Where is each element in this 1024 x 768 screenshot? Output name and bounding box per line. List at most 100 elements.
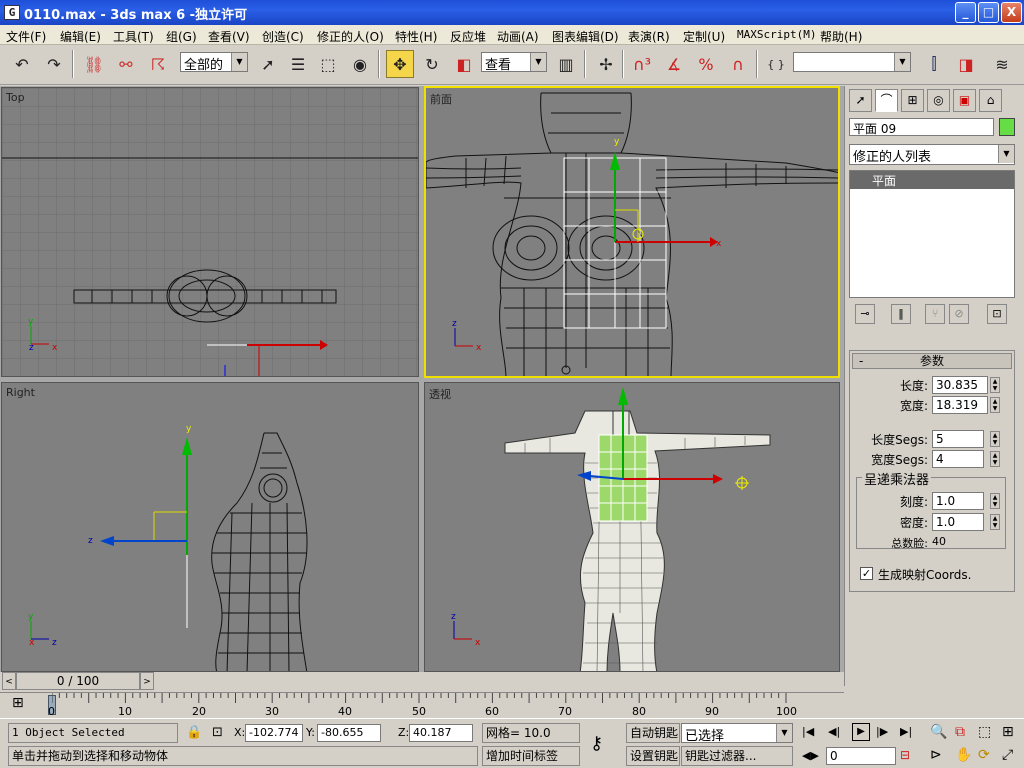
- stack-item-plane[interactable]: 平面: [850, 171, 1014, 189]
- key-filters-button[interactable]: 钥匙过滤器...: [681, 746, 793, 766]
- goto-end-icon[interactable]: ▶|: [900, 725, 912, 738]
- select-object-icon[interactable]: ➚: [254, 50, 282, 78]
- move-icon[interactable]: ✥: [386, 50, 414, 78]
- menu-rendering[interactable]: 表演(R): [628, 28, 670, 45]
- align-icon[interactable]: ◨: [952, 50, 980, 78]
- object-color-swatch[interactable]: [999, 118, 1015, 136]
- density-field[interactable]: 1.0: [932, 513, 984, 531]
- time-slider-thumb[interactable]: 0 / 100: [16, 672, 140, 690]
- named-selection-dropdown[interactable]: ▼: [793, 52, 911, 72]
- curve-editor-icon[interactable]: ⊞: [12, 695, 24, 711]
- key-mode-dropdown[interactable]: 已选择 ▼: [681, 723, 793, 744]
- y-coord-field[interactable]: -80.655: [317, 724, 381, 742]
- zoom-all-icon[interactable]: ⧉: [955, 724, 965, 740]
- viewport-top[interactable]: Top y z x: [1, 87, 419, 377]
- scale-icon[interactable]: ◧: [450, 50, 478, 78]
- edit-named-selection-icon[interactable]: { }: [762, 50, 790, 78]
- selection-filter-dropdown[interactable]: 全部的 ▼: [180, 52, 248, 73]
- viewport-label[interactable]: Top: [6, 91, 25, 104]
- maximize-button[interactable]: □: [978, 2, 999, 23]
- length-segs-spinner[interactable]: ▲ ▼: [990, 431, 1000, 447]
- remove-modifier-icon[interactable]: ⊘: [949, 304, 969, 324]
- maximize-viewport-icon[interactable]: ⤢: [1002, 747, 1013, 763]
- manipulate-icon[interactable]: ✢: [592, 50, 620, 78]
- menu-modifiers[interactable]: 修正的人(O): [317, 28, 384, 45]
- length-segs-field[interactable]: 5: [932, 430, 984, 448]
- menu-maxscript[interactable]: MAXScript(M): [737, 28, 816, 41]
- goto-start-icon[interactable]: |◀: [802, 725, 814, 738]
- length-spinner[interactable]: ▲ ▼: [990, 377, 1000, 393]
- undo-icon[interactable]: ↶: [8, 50, 36, 78]
- width-spinner[interactable]: ▲ ▼: [990, 397, 1000, 413]
- reference-coord-dropdown[interactable]: 查看 ▼: [481, 52, 547, 73]
- create-tab-icon[interactable]: ➚: [849, 89, 872, 112]
- width-field[interactable]: 18.319: [932, 396, 988, 414]
- viewport-front[interactable]: 前面 y x z x: [424, 86, 840, 378]
- lock-icon[interactable]: 🔒: [186, 725, 202, 740]
- hierarchy-tab-icon[interactable]: ⊞: [901, 89, 924, 112]
- menu-customize[interactable]: 定制(U): [683, 28, 725, 45]
- rect-region-icon[interactable]: ⬚: [314, 50, 342, 78]
- next-key-icon[interactable]: |▶: [876, 725, 888, 738]
- percent-snap-icon[interactable]: %: [692, 50, 720, 78]
- menu-tools[interactable]: 工具(T): [113, 28, 154, 45]
- length-field[interactable]: 30.835: [932, 376, 988, 394]
- x-coord-field[interactable]: -102.774: [245, 724, 303, 742]
- show-end-result-icon[interactable]: ‖: [891, 304, 911, 324]
- layers-icon[interactable]: ≋: [988, 50, 1016, 78]
- gen-coords-checkbox[interactable]: ✓: [860, 567, 873, 580]
- density-spinner[interactable]: ▲ ▼: [990, 514, 1000, 530]
- menu-group[interactable]: 组(G): [166, 28, 197, 45]
- menu-graph-editors[interactable]: 图表编辑(D): [552, 28, 619, 45]
- auto-key-button[interactable]: 自动钥匙: [626, 723, 680, 743]
- window-crossing-icon[interactable]: ◉: [346, 50, 374, 78]
- object-name-field[interactable]: 平面 09: [849, 118, 994, 136]
- time-config-icon[interactable]: ⊟: [900, 748, 910, 762]
- spinner-snap-icon[interactable]: ∩: [724, 50, 752, 78]
- select-by-name-icon[interactable]: ☰: [284, 50, 312, 78]
- play-icon[interactable]: ▶: [852, 723, 870, 741]
- next-frame-icon[interactable]: >: [140, 672, 154, 690]
- bind-spacewarp-icon[interactable]: ☈: [144, 50, 172, 78]
- viewport-right[interactable]: Right y z y x z: [1, 382, 419, 672]
- arc-rotate-icon[interactable]: ⟳: [978, 747, 990, 763]
- unlink-icon[interactable]: ⚯: [112, 50, 140, 78]
- width-segs-field[interactable]: 4: [932, 450, 984, 468]
- viewport-perspective[interactable]: 透视 z x: [424, 382, 840, 672]
- pin-stack-icon[interactable]: ⊸: [855, 304, 875, 324]
- close-button[interactable]: X: [1001, 2, 1022, 23]
- menu-character[interactable]: 特性(H): [395, 28, 437, 45]
- fov-icon[interactable]: ⊳: [930, 747, 942, 763]
- viewport-label[interactable]: 透视: [429, 386, 451, 402]
- prev-frame-icon[interactable]: <: [2, 672, 16, 690]
- rotate-icon[interactable]: ↻: [418, 50, 446, 78]
- mirror-icon[interactable]: ⫿: [920, 50, 948, 78]
- make-unique-icon[interactable]: ⑂: [925, 304, 945, 324]
- menu-file[interactable]: 文件(F): [6, 28, 46, 45]
- display-tab-icon[interactable]: ▣: [953, 89, 976, 112]
- snap-3d-icon[interactable]: ∩³: [628, 50, 656, 78]
- scale-field[interactable]: 1.0: [932, 492, 984, 510]
- key-icon[interactable]: ⚷: [590, 733, 603, 754]
- key-mode-toggle-icon[interactable]: ◀▶: [802, 749, 819, 762]
- menu-help[interactable]: 帮助(H): [820, 28, 862, 45]
- utilities-tab-icon[interactable]: ⌂: [979, 89, 1002, 112]
- modifier-list-dropdown[interactable]: 修正的人列表 ▼: [849, 144, 1015, 165]
- viewport-label[interactable]: 前面: [430, 91, 452, 107]
- motion-tab-icon[interactable]: ◎: [927, 89, 950, 112]
- zoom-extents-all-icon[interactable]: ⊞: [1002, 724, 1014, 740]
- z-coord-field[interactable]: 40.187: [409, 724, 473, 742]
- track-bar[interactable]: ⊞ 0 10 20 30 40 50 60 70 80 90 100: [0, 692, 844, 718]
- add-time-tag[interactable]: 增加时间标签: [482, 746, 580, 766]
- zoom-icon[interactable]: 🔍: [930, 724, 947, 740]
- modify-tab-icon[interactable]: ⌒: [875, 89, 898, 112]
- pan-icon[interactable]: ✋: [955, 747, 972, 763]
- menu-view[interactable]: 查看(V): [208, 28, 250, 45]
- menu-animation[interactable]: 动画(A): [497, 28, 539, 45]
- scale-spinner[interactable]: ▲ ▼: [990, 493, 1000, 509]
- menu-reactor[interactable]: 反应堆: [450, 28, 486, 45]
- configure-sets-icon[interactable]: ⊡: [987, 304, 1007, 324]
- redo-icon[interactable]: ↷: [40, 50, 68, 78]
- absolute-mode-icon[interactable]: ⊡: [212, 725, 223, 740]
- menu-create[interactable]: 创造(C): [262, 28, 304, 45]
